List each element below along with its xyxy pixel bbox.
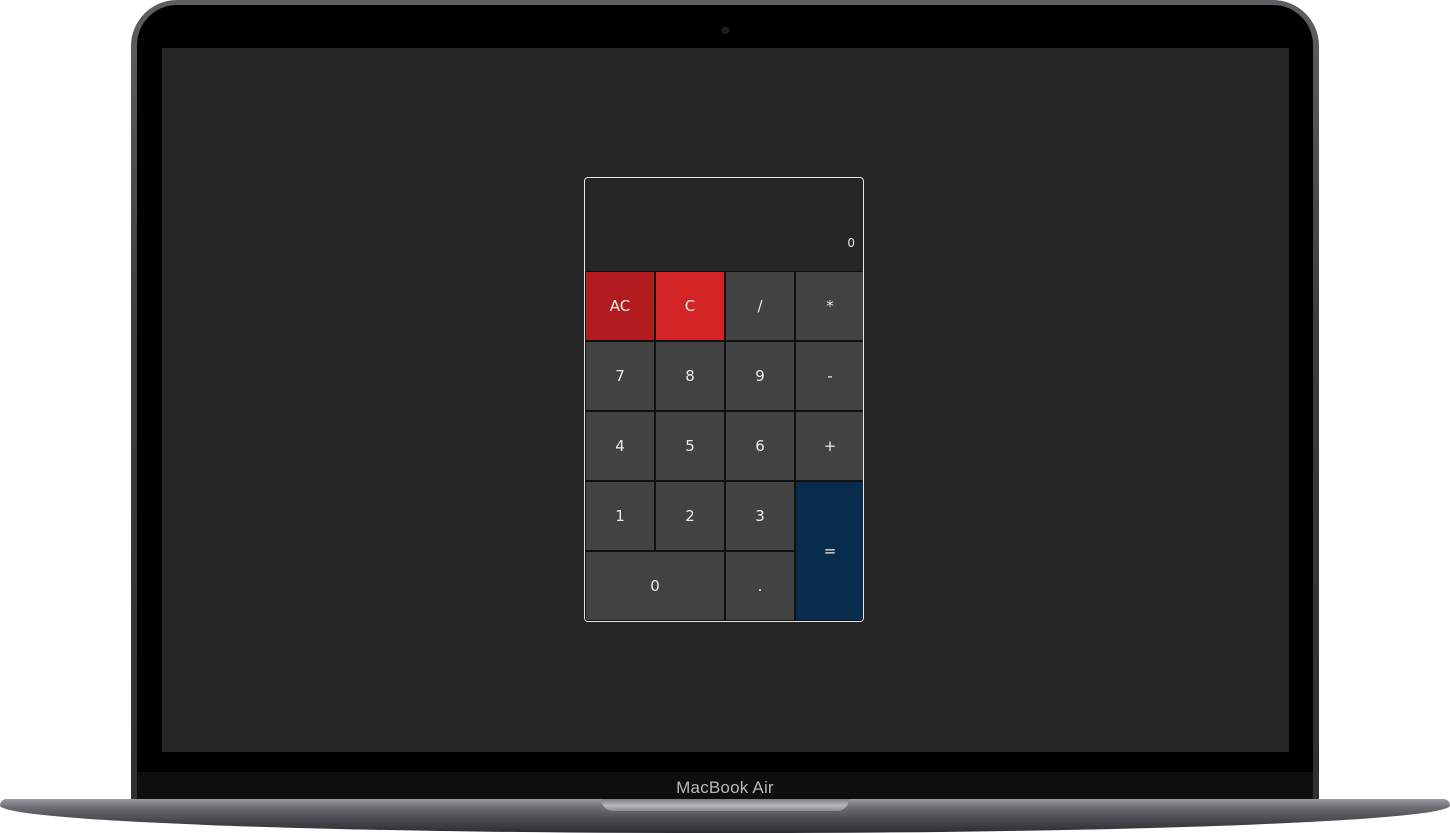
all-clear-button[interactable]: AC <box>585 271 655 341</box>
multiply-button[interactable]: * <box>795 271 863 341</box>
digit-6-button[interactable]: 6 <box>725 411 795 481</box>
camera-icon <box>722 27 729 34</box>
subtract-button[interactable]: - <box>795 341 863 411</box>
screen: 0 AC C / * 7 8 9 - 4 5 6 + 1 2 3 = 0 . <box>162 48 1289 752</box>
digit-2-button[interactable]: 2 <box>655 481 725 551</box>
digit-4-button[interactable]: 4 <box>585 411 655 481</box>
clear-button[interactable]: C <box>655 271 725 341</box>
equals-button[interactable]: = <box>795 481 863 621</box>
laptop-chin: MacBook Air <box>137 772 1313 801</box>
calculator-display: 0 <box>585 178 863 271</box>
digit-3-button[interactable]: 3 <box>725 481 795 551</box>
decimal-button[interactable]: . <box>725 551 795 621</box>
digit-8-button[interactable]: 8 <box>655 341 725 411</box>
divide-button[interactable]: / <box>725 271 795 341</box>
display-value: 0 <box>847 236 855 250</box>
keypad: AC C / * 7 8 9 - 4 5 6 + 1 2 3 = 0 . <box>585 271 863 621</box>
digit-0-button[interactable]: 0 <box>585 551 725 621</box>
device-label: MacBook Air <box>676 778 774 797</box>
laptop-mockup: MacBook Air 0 AC C / * 7 8 9 - 4 5 6 + 1 <box>0 0 1450 833</box>
digit-7-button[interactable]: 7 <box>585 341 655 411</box>
digit-9-button[interactable]: 9 <box>725 341 795 411</box>
digit-5-button[interactable]: 5 <box>655 411 725 481</box>
digit-1-button[interactable]: 1 <box>585 481 655 551</box>
laptop-notch <box>601 799 849 811</box>
add-button[interactable]: + <box>795 411 863 481</box>
calculator: 0 AC C / * 7 8 9 - 4 5 6 + 1 2 3 = 0 . <box>584 177 864 622</box>
